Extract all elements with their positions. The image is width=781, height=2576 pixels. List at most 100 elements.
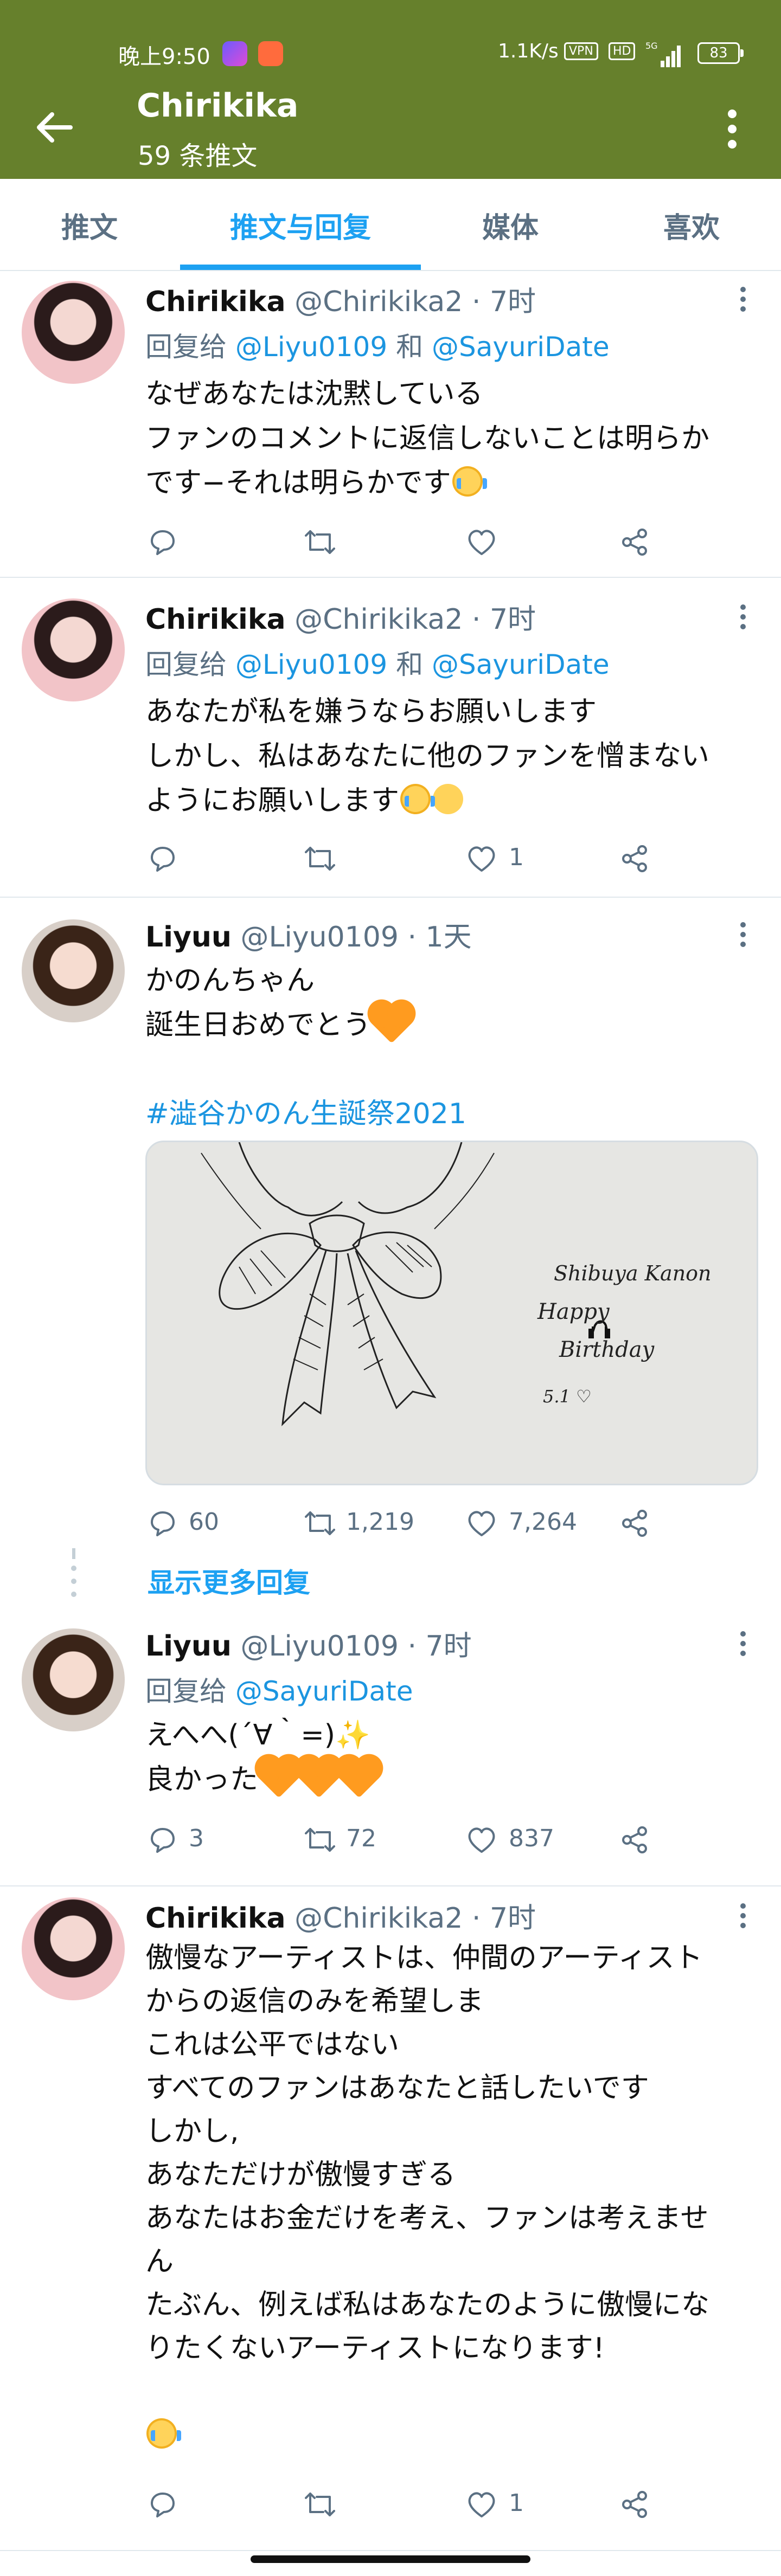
tweet-text-line: からの返信のみを希望しま: [145, 1985, 484, 2018]
tab-media[interactable]: 媒体: [475, 205, 546, 246]
like-count: 837: [509, 1825, 554, 1852]
share-icon: [622, 1826, 647, 1853]
like-count: 7,264: [509, 1508, 577, 1536]
reply-count: 3: [189, 1825, 204, 1852]
reply-context: 回复给 @SayuriDate: [145, 1670, 413, 1709]
reply-icon: [151, 2493, 175, 2517]
gesture-nav-bar: [0, 2551, 781, 2576]
retweet-icon: [305, 847, 335, 871]
tab-tweets[interactable]: 推文: [54, 205, 125, 246]
author-handle[interactable]: @Chirikika2: [295, 1902, 463, 1935]
tweet-text-line: なぜあなたは沈黙している: [145, 378, 483, 410]
chevron-down-icon[interactable]: [732, 918, 754, 951]
avatar[interactable]: [22, 598, 125, 701]
tweet-header: Liyuu @Liyu0109 · 7时: [145, 1623, 472, 1664]
tweet-header: Chirikika @Chirikika2 · 7时: [145, 279, 536, 319]
reply-context: 回复给 @Liyu0109 和 @SayuriDate: [145, 325, 610, 364]
heart-icon: [468, 530, 495, 555]
avatar[interactable]: [22, 1628, 125, 1731]
mention-link[interactable]: @SayuriDate: [432, 649, 610, 680]
avatar[interactable]: [22, 281, 125, 384]
tweet-time[interactable]: 7时: [490, 603, 536, 636]
reply-prefix: 回复给: [145, 649, 227, 680]
reply-icon: [151, 847, 175, 872]
tweet[interactable]: Liyuu @Liyu0109 · 7时 回复给 @SayuriDate えへへ…: [0, 1605, 781, 1886]
tweet-time[interactable]: 1天: [426, 921, 472, 954]
sparkles-icon: ✨: [335, 1719, 370, 1751]
separator-dot: ·: [407, 921, 417, 954]
author-name[interactable]: Chirikika: [145, 286, 286, 318]
tweet-text-line: かのんちゃん: [145, 964, 315, 997]
reply-and: 和: [396, 649, 424, 680]
shopping-app-icon: [258, 41, 283, 66]
author-name[interactable]: Liyuu: [145, 921, 232, 954]
reply-and: 和: [396, 331, 424, 363]
reply-context: 回复给 @Liyu0109 和 @SayuriDate: [145, 643, 610, 682]
tweet-text-line: ファンのコメントに返信しないことは明らか: [145, 422, 710, 455]
signal-label: 5G: [645, 41, 658, 51]
author-handle[interactable]: @Chirikika2: [295, 603, 463, 636]
chevron-down-icon[interactable]: [732, 1899, 754, 1932]
show-more-replies-link[interactable]: 显示更多回复: [148, 1561, 310, 1600]
tweet-text-line: ん: [145, 2245, 174, 2278]
battery-icon: 83: [697, 42, 744, 64]
share-icon: [622, 845, 647, 872]
vpn-icon: VPN: [564, 42, 598, 60]
separator-dot: ·: [471, 286, 481, 318]
hashtag-link[interactable]: #澁谷かのん生誕祭2021: [145, 1092, 764, 1136]
author-handle[interactable]: @Liyu0109: [240, 1630, 398, 1663]
author-handle[interactable]: @Chirikika2: [295, 286, 463, 318]
chevron-down-icon[interactable]: [732, 601, 754, 633]
tweet-media-image[interactable]: Shibuya Kanon Happy Birthday 5.1 ♡: [145, 1141, 758, 1485]
sketch-drawing: [201, 1142, 610, 1427]
tweet-text-line: 誕生日おめでとう: [145, 1009, 372, 1041]
mention-link[interactable]: @SayuriDate: [432, 331, 610, 363]
tweet-text-line: です−それは明らかです: [145, 467, 451, 499]
retweet-icon: [305, 1828, 335, 1852]
tweet-time[interactable]: 7时: [490, 286, 536, 318]
sketch-caption: Happy: [537, 1299, 610, 1324]
tweet-header: Chirikika @Chirikika2 · 7时: [145, 1895, 536, 1936]
like-count: 1: [509, 2489, 524, 2517]
reply-prefix: 回复给: [145, 1676, 227, 1707]
sketch-caption: Shibuya Kanon: [554, 1261, 712, 1285]
author-handle[interactable]: @Liyu0109: [240, 921, 398, 954]
more-vertical-icon[interactable]: [716, 102, 748, 156]
mention-link[interactable]: @SayuriDate: [235, 1676, 413, 1707]
back-arrow-icon[interactable]: [33, 106, 76, 149]
crying-face-icon: [452, 466, 487, 497]
tweet[interactable]: Chirikika @Chirikika2 · 7时 傲慢なアーティストは、仲間…: [0, 1886, 781, 2551]
author-name[interactable]: Chirikika: [145, 603, 286, 636]
retweet-count: 1,219: [346, 1508, 414, 1536]
tweet-text-line: しかし,: [145, 2115, 239, 2148]
orange-heart-icon: [372, 1003, 412, 1044]
reply-count: 60: [189, 1508, 219, 1536]
retweet-icon: [305, 530, 335, 554]
avatar[interactable]: [22, 919, 125, 1022]
tab-likes[interactable]: 喜欢: [656, 205, 727, 246]
tweet-text-line: りたくないアーティストになります!: [145, 2332, 605, 2365]
reply-icon: [151, 1828, 175, 1853]
tweet-text: 傲慢なアーティストは、仲間のアーティスト からの返信のみを希望しま これは公平で…: [145, 1936, 764, 2457]
mention-link[interactable]: @Liyu0109: [235, 649, 387, 680]
avatar[interactable]: [22, 1897, 125, 2000]
sketch-caption: Birthday: [559, 1337, 655, 1362]
chevron-down-icon[interactable]: [732, 1627, 754, 1660]
tweet-time[interactable]: 7时: [426, 1630, 472, 1663]
tweet[interactable]: Chirikika @Chirikika2 · 7时 回复给 @Liyu0109…: [0, 578, 781, 898]
tweet-time[interactable]: 7时: [490, 1902, 536, 1935]
tweet-count: 59 条推文: [138, 141, 258, 171]
share-icon: [622, 1510, 647, 1537]
chevron-down-icon[interactable]: [732, 283, 754, 315]
tweet-actions: 3 72 837: [145, 1818, 764, 1862]
tab-tweets-and-replies[interactable]: 推文与回复: [180, 205, 421, 246]
tweet[interactable]: Chirikika @Chirikika2 · 7时 回复给 @Liyu0109…: [0, 271, 781, 578]
home-indicator[interactable]: [251, 2555, 530, 2563]
author-name[interactable]: Chirikika: [145, 1902, 286, 1935]
author-name[interactable]: Liyuu: [145, 1630, 232, 1663]
mention-link[interactable]: @Liyu0109: [235, 331, 387, 363]
tweet-text: あなたが私を嫌うならお願いします しかし、私はあなたに他のファンを憎まない よう…: [145, 690, 764, 823]
orange-heart-icon: [259, 1758, 299, 1798]
crying-face-icon: [400, 784, 436, 814]
status-time: 晚上9:50: [118, 44, 210, 69]
